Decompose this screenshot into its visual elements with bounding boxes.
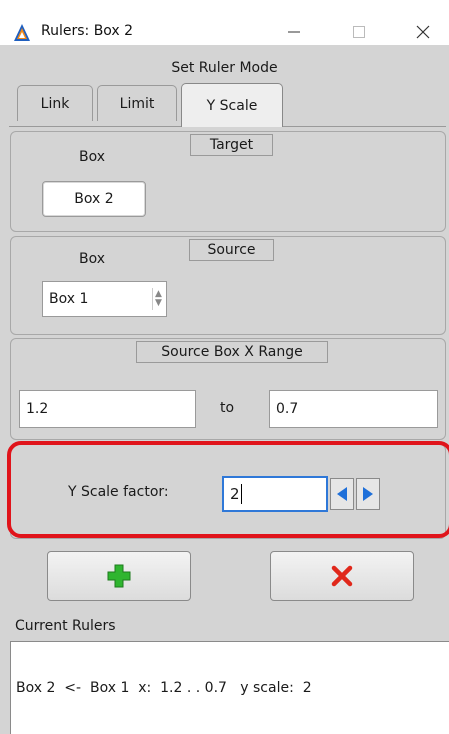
title-bar: Rulers: Box 2 bbox=[0, 0, 449, 45]
add-ruler-button[interactable] bbox=[47, 551, 191, 601]
tab-limit[interactable]: Limit bbox=[97, 85, 177, 121]
app-logo-icon bbox=[14, 24, 30, 41]
current-rulers-label: Current Rulers bbox=[15, 618, 116, 634]
set-ruler-mode-label: Set Ruler Mode bbox=[171, 60, 278, 76]
tab-y-scale[interactable]: Y Scale bbox=[181, 83, 283, 127]
target-box-label: Box bbox=[79, 149, 106, 165]
maximize-icon bbox=[353, 26, 365, 38]
x-icon bbox=[331, 565, 353, 587]
maximize-button[interactable] bbox=[347, 21, 371, 43]
target-box-button[interactable]: Box 2 bbox=[42, 181, 146, 217]
y-scale-factor-input[interactable]: 2 bbox=[222, 476, 328, 512]
arrow-left-icon bbox=[337, 487, 347, 501]
y-scale-factor-label: Y Scale factor: bbox=[68, 484, 169, 500]
source-box-value: Box 1 bbox=[49, 291, 89, 307]
range-to-input[interactable]: 0.7 bbox=[269, 390, 438, 428]
y-scale-factor-value: 2 bbox=[230, 485, 240, 503]
decrement-button[interactable] bbox=[330, 478, 354, 510]
rulers-window: Rulers: Box 2 Set Ruler Mode Link Limit … bbox=[0, 0, 449, 734]
range-from-input[interactable]: 1.2 bbox=[19, 390, 196, 428]
delete-ruler-button[interactable] bbox=[270, 551, 414, 601]
arrow-right-icon bbox=[363, 487, 373, 501]
source-range-title: Source Box X Range bbox=[136, 341, 328, 363]
minimize-button[interactable] bbox=[282, 21, 306, 43]
minimize-icon bbox=[288, 31, 300, 33]
range-to-label: to bbox=[220, 400, 235, 416]
close-icon bbox=[416, 25, 430, 39]
source-box-select[interactable]: Box 1 ▲ ▼ bbox=[42, 281, 167, 317]
plus-icon bbox=[107, 564, 131, 588]
select-spinner-icon[interactable]: ▲ ▼ bbox=[152, 288, 164, 310]
target-panel: Target Box Box 2 bbox=[10, 131, 446, 232]
window-title: Rulers: Box 2 bbox=[41, 23, 134, 39]
tab-link[interactable]: Link bbox=[17, 85, 93, 121]
source-title: Source bbox=[189, 239, 274, 261]
current-rulers-list[interactable]: Box 2 <- Box 1 x: 1.2 . . 0.7 y scale: 2 bbox=[10, 641, 449, 734]
close-button[interactable] bbox=[411, 21, 435, 43]
text-cursor-icon bbox=[240, 484, 242, 504]
list-item[interactable]: Box 2 <- Box 1 x: 1.2 . . 0.7 y scale: 2 bbox=[16, 680, 444, 696]
source-box-label: Box bbox=[79, 251, 106, 267]
source-range-panel: Source Box X Range 1.2 to 0.7 bbox=[10, 338, 446, 440]
source-panel: Source Box Box 1 ▲ ▼ bbox=[10, 236, 446, 335]
increment-button[interactable] bbox=[356, 478, 380, 510]
target-title: Target bbox=[190, 134, 273, 156]
